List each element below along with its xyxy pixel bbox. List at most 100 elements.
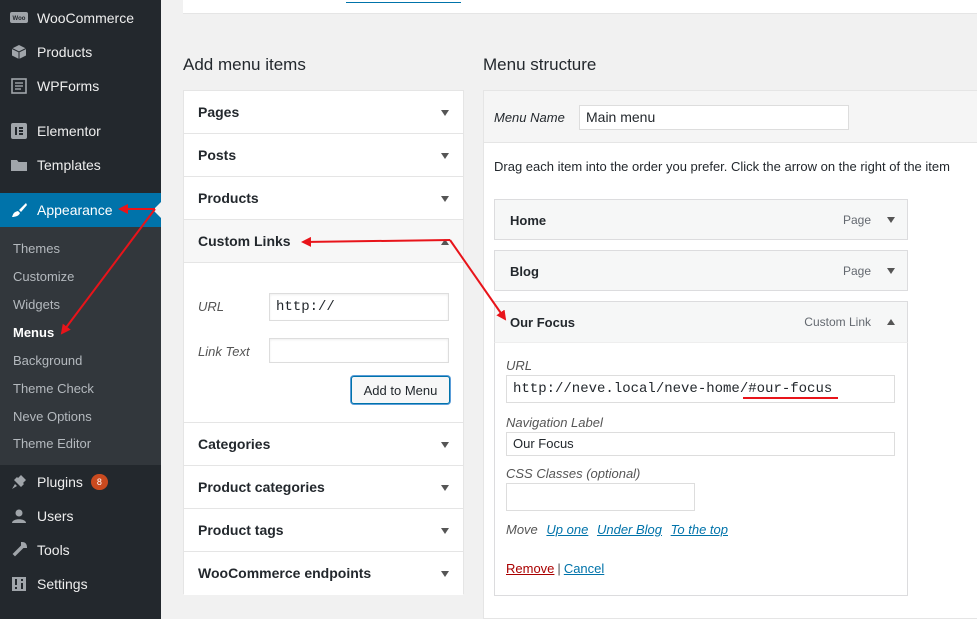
accordion-label: Product categories <box>198 479 325 495</box>
toggle-arrow-icon[interactable] <box>441 571 449 577</box>
expand-arrow-icon[interactable] <box>887 268 895 274</box>
menu-item-home[interactable]: Home Page <box>494 199 908 240</box>
drag-instructions: Drag each item into the order you prefer… <box>494 159 950 174</box>
menu-item-settings-panel: URL http://neve.local/neve-home/#our-foc… <box>494 342 908 596</box>
custom-link-url-input[interactable]: http:// <box>269 293 449 321</box>
submenu-item-widgets[interactable]: Widgets <box>13 297 60 312</box>
move-label: Move <box>506 522 538 537</box>
sidebar-item-label: Settings <box>37 576 88 592</box>
css-classes-input[interactable] <box>506 483 695 511</box>
accordion-label: Pages <box>198 104 240 120</box>
plugin-icon <box>9 472 29 492</box>
sidebar-item-templates[interactable]: Templates <box>0 148 161 182</box>
menu-name-input[interactable]: Main menu <box>579 105 849 130</box>
custom-links-panel: URL http:// Link Text Add to Menu <box>184 263 463 423</box>
action-separator: | <box>557 561 561 576</box>
toggle-arrow-icon[interactable] <box>441 110 449 116</box>
menu-item-type: Page <box>842 264 871 278</box>
accordion-product-categories[interactable]: Product categories <box>184 466 463 509</box>
add-menu-items-title: Add menu items <box>183 55 306 74</box>
custom-link-text-input[interactable] <box>269 338 449 363</box>
toggle-arrow-icon[interactable] <box>441 196 449 202</box>
custom-link-text-label: Link Text <box>198 344 250 359</box>
move-to-top-link[interactable]: To the top <box>671 522 728 537</box>
wrench-icon <box>9 540 29 560</box>
menu-structure-panel: Menu Name Main menu Drag each item into … <box>483 90 977 619</box>
sidebar-item-products[interactable]: Products <box>0 35 161 69</box>
submenu-item-background[interactable]: Background <box>13 353 82 368</box>
toggle-arrow-icon[interactable] <box>441 485 449 491</box>
active-menu-notch <box>153 202 161 218</box>
sidebar-item-label: Elementor <box>37 123 101 139</box>
toggle-arrow-icon[interactable] <box>441 528 449 534</box>
item-url-input[interactable]: http://neve.local/neve-home/#our-focus <box>506 375 895 403</box>
toggle-arrow-icon[interactable] <box>441 442 449 448</box>
box-icon <box>9 42 29 62</box>
settings-icon <box>9 574 29 594</box>
collapse-arrow-icon[interactable] <box>887 319 895 325</box>
accordion-label: Posts <box>198 147 237 163</box>
menu-name-label: Menu Name <box>494 110 565 125</box>
submenu-item-customize[interactable]: Customize <box>13 269 74 284</box>
add-menu-items-accordion: Pages Posts Products Custom Links URL ht… <box>183 90 464 595</box>
accordion-label: Products <box>198 190 259 206</box>
accordion-pages[interactable]: Pages <box>184 91 463 134</box>
menu-structure-title: Menu structure <box>483 55 597 74</box>
sidebar-item-label: Products <box>37 44 93 60</box>
elementor-icon <box>9 121 29 141</box>
cut-off-link <box>346 0 461 3</box>
submenu-item-menus[interactable]: Menus <box>13 325 54 340</box>
menu-item-title: Our Focus <box>510 315 576 330</box>
submenu-item-theme-editor[interactable]: Theme Editor <box>13 436 91 451</box>
accordion-custom-links[interactable]: Custom Links <box>184 220 463 263</box>
cancel-link[interactable]: Cancel <box>564 561 604 576</box>
navigation-label-input[interactable]: Our Focus <box>506 432 895 456</box>
sidebar-item-wpforms[interactable]: WPForms <box>0 69 161 103</box>
accordion-woocommerce-endpoints[interactable]: WooCommerce endpoints <box>184 552 463 595</box>
top-notice-strip <box>183 0 977 14</box>
svg-text:Woo: Woo <box>13 16 26 22</box>
sidebar-item-label: Templates <box>37 157 101 173</box>
submenu-item-theme-check[interactable]: Theme Check <box>13 381 94 396</box>
add-to-menu-button[interactable]: Add to Menu <box>351 376 450 404</box>
accordion-products[interactable]: Products <box>184 177 463 220</box>
accordion-posts[interactable]: Posts <box>184 134 463 177</box>
sidebar-item-label: WPForms <box>37 78 100 94</box>
accordion-label: WooCommerce endpoints <box>198 565 372 581</box>
expand-arrow-icon[interactable] <box>887 217 895 223</box>
move-up-one-link[interactable]: Up one <box>546 522 588 537</box>
sidebar-item-appearance[interactable]: Appearance <box>0 193 161 227</box>
sidebar-item-settings[interactable]: Settings <box>0 567 161 601</box>
accordion-categories[interactable]: Categories <box>184 423 463 466</box>
admin-sidebar: Woo WooCommerce Products WPForms Element… <box>0 0 161 619</box>
sidebar-item-plugins[interactable]: Plugins 8 <box>0 465 161 499</box>
submenu-item-neve-options[interactable]: Neve Options <box>13 409 92 424</box>
toggle-arrow-icon[interactable] <box>441 153 449 159</box>
menu-item-blog[interactable]: Blog Page <box>494 250 908 291</box>
form-icon <box>9 76 29 96</box>
menu-item-our-focus[interactable]: Our Focus Custom Link <box>494 301 908 342</box>
sidebar-item-elementor[interactable]: Elementor <box>0 114 161 148</box>
menu-name-bar: Menu Name Main menu <box>484 91 977 143</box>
move-controls: Move Up one Under Blog To the top <box>506 522 728 537</box>
accordion-label: Custom Links <box>198 233 291 249</box>
toggle-arrow-icon[interactable] <box>441 239 449 245</box>
accordion-product-tags[interactable]: Product tags <box>184 509 463 552</box>
submenu-item-themes[interactable]: Themes <box>13 241 60 256</box>
item-url-label: URL <box>506 358 533 373</box>
sidebar-item-users[interactable]: Users <box>0 499 161 533</box>
accordion-label: Categories <box>198 436 271 452</box>
sidebar-item-label: Users <box>37 508 74 524</box>
appearance-submenu: Themes Customize Widgets Menus Backgroun… <box>0 227 161 465</box>
move-under-blog-link[interactable]: Under Blog <box>597 522 662 537</box>
custom-link-url-label: URL <box>198 299 225 314</box>
sidebar-item-label: Tools <box>37 542 70 558</box>
remove-item-link[interactable]: Remove <box>506 561 554 576</box>
menu-item-title: Home <box>510 213 547 228</box>
sidebar-item-label: Plugins <box>37 474 83 490</box>
navigation-label-label: Navigation Label <box>506 415 603 430</box>
sidebar-item-label: WooCommerce <box>37 10 134 26</box>
sidebar-item-woocommerce[interactable]: Woo WooCommerce <box>0 1 161 35</box>
sidebar-item-tools[interactable]: Tools <box>0 533 161 567</box>
sidebar-item-label: Appearance <box>37 202 113 218</box>
